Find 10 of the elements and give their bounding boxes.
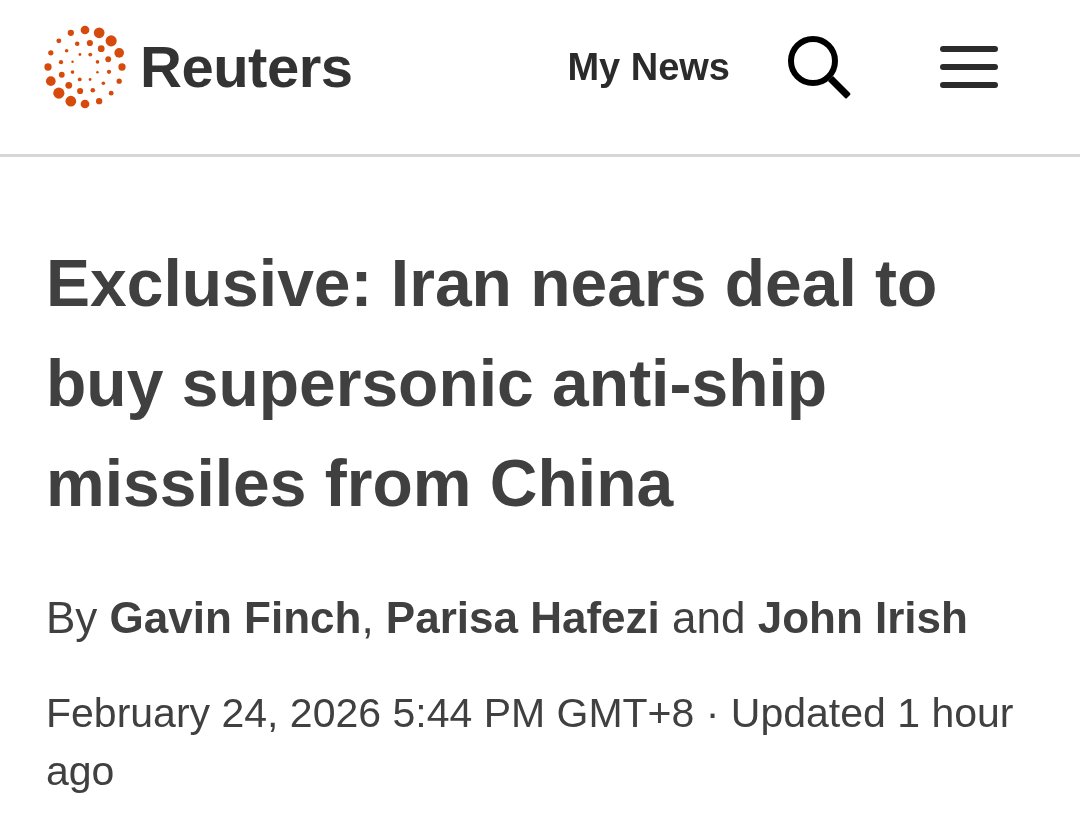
search-button[interactable] — [786, 34, 852, 100]
menu-icon — [940, 46, 998, 88]
headline: Exclusive: Iran nears deal to buy supersonic anti-ship missiles from China — [46, 245, 939, 522]
nav-link[interactable]: My News — [567, 48, 730, 86]
publish-date: February 24, 2026 5:44 PM GMT+8 · Updated 1 hour ago — [46, 689, 1015, 796]
logo-link[interactable]: Reuters — [42, 24, 353, 110]
byline: By Gavin Finch, Parisa Hafezi and John Irish — [46, 592, 969, 644]
dot-ring-icon — [42, 24, 128, 110]
menu-button[interactable] — [940, 46, 998, 88]
search-icon — [786, 34, 852, 100]
